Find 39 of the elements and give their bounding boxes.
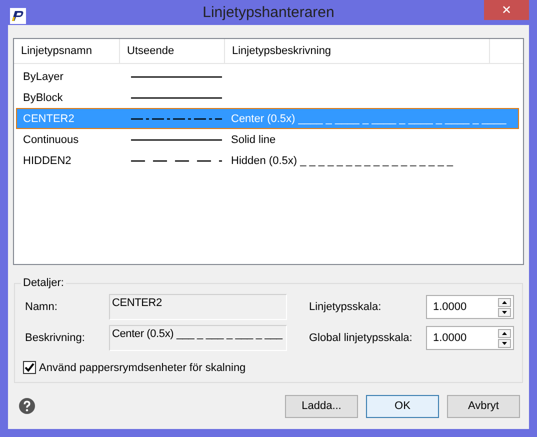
table-cell-text: Solid line [230,134,277,146]
linetype-row[interactable]: Continuous Solid line [16,129,519,150]
description-field: Center (0.5x) ___ _ ___ _ ___ _ ___ [109,325,287,351]
table-cell-text: Center (0.5x) ____ _ ____ _ ____ _ ____ _ ____ _ ____ [230,112,508,124]
table-cell-text: ByLayer [22,70,64,82]
table-cell-text: HIDDEN2 [22,154,72,166]
table-cell-text: Hidden (0.5x) _ _ _ _ _ _ _ _ _ _ _ _ _ _ _ _ _ [230,154,454,166]
global-scale-spinbox[interactable]: 1.0000 [426,326,514,350]
line-sample-icon [131,158,222,164]
table-cell-text: CENTER2 [22,112,76,124]
field-label: Beskrivning: [24,332,86,344]
dialog-button[interactable]: Avbryt [447,394,520,418]
checkbox[interactable] [23,361,36,374]
dialog-button[interactable]: Ladda... [285,394,358,418]
name-field: CENTER2 [109,294,287,320]
help-icon[interactable] [19,398,35,414]
dialog-button[interactable]: OK [366,394,439,418]
line-sample-icon [131,136,222,142]
linetype-row[interactable]: HIDDEN2 Hidden (0.5x) _ _ _ _ _ _ _ _ _ _ _ _ _ _ _ _ _ [16,150,519,171]
scale-spinbox[interactable]: 1.0000 [426,295,514,319]
group-title: Detaljer: [22,277,65,289]
field-label: Namn: [24,301,58,313]
table-cell-text: ByBlock [22,92,64,104]
table-cell-text: Continuous [22,134,80,146]
line-sample-icon [131,74,222,80]
linetype-list[interactable]: Linjetypsnamn Utseende Linjetypsbeskrivning ByLayer ByBlock CENTER2 Center (0.5x) ____ _ ____ _ ____ _ ____ _ ____ _ ____ Continuous Solid line HIDDEN2 Hidden (0.5x) _ _ _ _ _ _ _ _ _ _ _ _ _ _ _ _ _ [13,38,524,265]
column-header[interactable]: Linjetypsnamn [14,39,120,63]
checkbox-label: Använd pappersrymdsenheter för skalning [39,362,246,374]
line-sample-icon [131,116,222,122]
line-sample-icon [131,94,222,100]
linetype-row[interactable]: ByLayer [16,66,519,87]
column-header[interactable]: Utseende [120,39,225,63]
app-logo-icon [10,8,26,24]
close-button[interactable]: ✕ [484,0,529,20]
linetype-row[interactable]: ByBlock [16,87,519,108]
column-header[interactable]: Linjetypsbeskrivning [225,39,490,63]
field-label: Linjetypsskala: [308,301,382,313]
field-label: Global linjetypsskala: [308,332,414,344]
window-title: Linjetypshanteraren [202,4,334,21]
